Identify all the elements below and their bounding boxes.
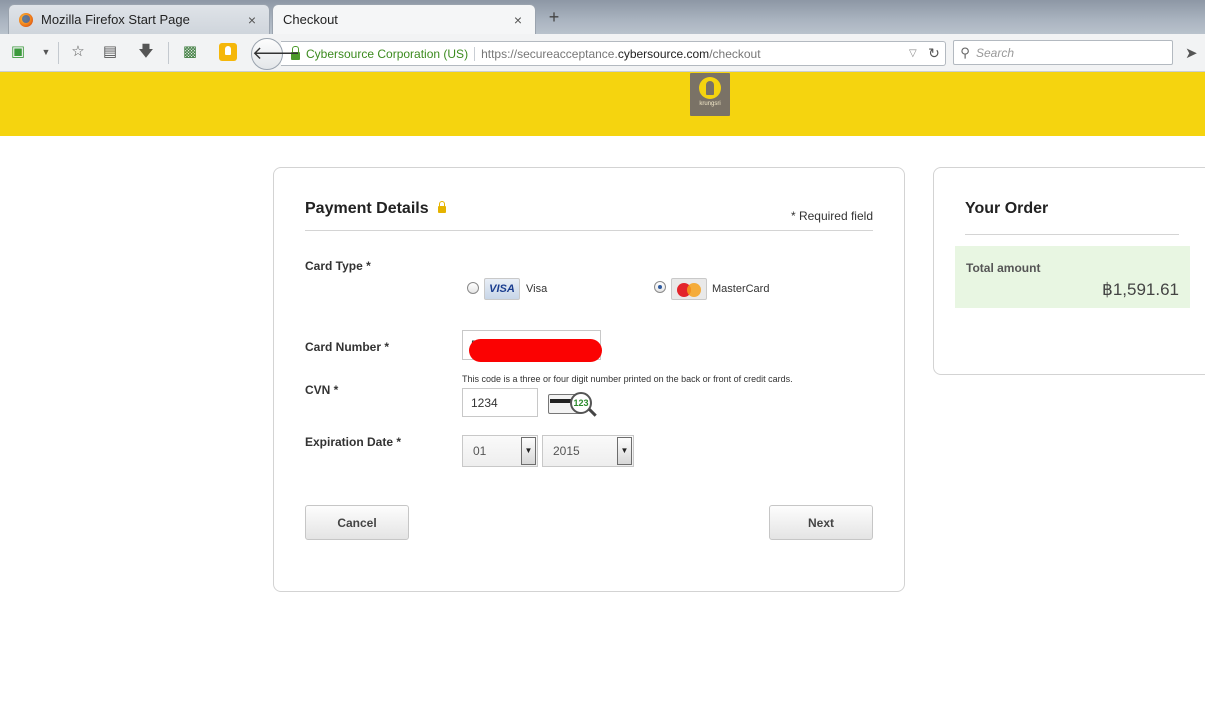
required-field-note: * Required field: [790, 209, 873, 223]
screenshot-icon[interactable]: ▩: [180, 42, 200, 62]
next-button[interactable]: Next: [769, 505, 873, 540]
url-text[interactable]: https://secureacceptance.cybersource.com…: [481, 47, 909, 61]
expiration-month-select[interactable]: 01 ▼: [462, 435, 538, 467]
expiration-year-value: 2015: [553, 444, 580, 458]
card-type-label: Card Type *: [305, 259, 371, 273]
mastercard-label[interactable]: MasterCard: [712, 283, 769, 295]
bank-logo-text: krungsri: [699, 101, 721, 107]
close-icon[interactable]: ×: [511, 12, 525, 28]
divider: [965, 234, 1179, 235]
cancel-button[interactable]: Cancel: [305, 505, 409, 540]
url-prefix: https://secureacceptance.: [481, 46, 618, 61]
payment-details-panel: Payment Details * Required field Card Ty…: [273, 167, 905, 592]
expiration-date-label: Expiration Date *: [305, 435, 402, 449]
bookmark-star-icon[interactable]: ☆: [68, 42, 88, 62]
url-domain: cybersource.com: [617, 46, 710, 61]
redaction-mark: [469, 339, 602, 362]
firefox-logo-icon: [19, 12, 33, 27]
total-amount-value: ฿1,591.61: [1102, 280, 1179, 299]
tab-title: Checkout: [283, 12, 338, 27]
chevron-down-icon[interactable]: ▼: [521, 437, 536, 465]
search-placeholder: Search: [976, 45, 1015, 60]
cvn-hint: This code is a three or four digit numbe…: [462, 374, 793, 384]
total-amount-label: Total amount: [966, 261, 1041, 275]
lock-icon: [438, 201, 446, 213]
visa-label[interactable]: Visa: [526, 283, 547, 295]
card-number-label: Card Number *: [305, 340, 390, 354]
expiration-month-value: 01: [473, 444, 487, 458]
magnifier-handle: [588, 408, 597, 417]
total-amount-box: Total amount ฿1,591.61: [955, 246, 1190, 308]
cvn-value: 1234: [471, 395, 498, 410]
chevron-down-icon[interactable]: ▼: [617, 437, 632, 465]
new-tab-button[interactable]: +: [542, 6, 566, 28]
url-path: /checkout: [709, 46, 761, 61]
tab-bar: Mozilla Firefox Start Page × Checkout × …: [0, 0, 1205, 34]
visa-logo[interactable]: VISA: [484, 278, 520, 300]
url-bar[interactable]: Cybersource Corporation (US) https://sec…: [281, 41, 946, 66]
toolbar-separator: [168, 42, 169, 64]
search-input[interactable]: ⚲ Search: [953, 40, 1173, 65]
cvn-help-image: 123: [548, 391, 597, 417]
tab-firefox-start-page[interactable]: Mozilla Firefox Start Page ×: [8, 4, 270, 34]
site-identity[interactable]: Cybersource Corporation (US): [306, 46, 476, 61]
mastercard-circle-orange: [687, 283, 701, 297]
divider: [305, 230, 873, 231]
cvn-label: CVN *: [305, 383, 339, 397]
your-order-title: Your Order: [965, 200, 1049, 217]
url-dropdown-icon[interactable]: ▽: [909, 48, 923, 59]
reading-list-icon[interactable]: ▤: [100, 42, 120, 62]
search-icon: ⚲: [960, 44, 970, 60]
mastercard-radio[interactable]: [654, 281, 666, 293]
reload-icon[interactable]: ↻: [923, 45, 945, 62]
tab-title: Mozilla Firefox Start Page: [41, 12, 190, 27]
close-icon[interactable]: ×: [245, 12, 259, 28]
payment-details-title: Payment Details: [305, 200, 429, 217]
download-icon[interactable]: 🡇: [136, 42, 156, 62]
mastercard-logo[interactable]: [671, 278, 707, 300]
tab-checkout[interactable]: Checkout ×: [272, 4, 536, 34]
cvn-input[interactable]: 1234: [462, 388, 538, 417]
visa-radio[interactable]: [467, 282, 479, 294]
pocket-icon[interactable]: ▣: [8, 42, 28, 62]
extension-badge-icon[interactable]: [219, 43, 237, 61]
bank-logo-mark-icon: [699, 77, 721, 99]
send-icon[interactable]: ➤: [1185, 44, 1198, 62]
your-order-panel: Your Order Total amount ฿1,591.61: [933, 167, 1205, 375]
bank-banner: [0, 72, 1205, 136]
dropdown-icon[interactable]: ▼: [36, 42, 56, 62]
bank-logo: krungsri: [690, 73, 730, 116]
toolbar-separator: [58, 42, 59, 64]
back-arrow-icon[interactable]: 🡐: [251, 38, 300, 70]
expiration-year-select[interactable]: 2015 ▼: [542, 435, 634, 467]
